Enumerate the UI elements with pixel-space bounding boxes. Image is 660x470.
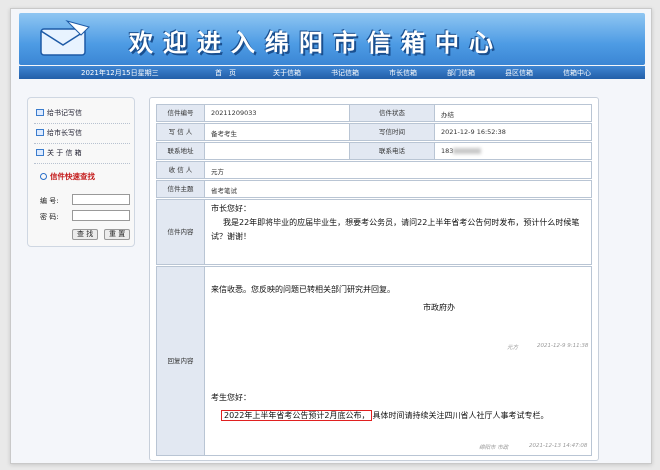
- reply1-text: 来信收悉。您反映的问题已转相关部门研究并回复。: [211, 285, 395, 294]
- letter-row: 信件内容 市长您好： 我是22年即将毕业的应届毕业生，想要考公务员，请问22上半…: [156, 199, 592, 265]
- current-date: 2021年12月15日星期三: [81, 69, 159, 77]
- field-label: 联系地址: [157, 143, 205, 159]
- content-greeting: 市长您好：: [211, 204, 251, 213]
- mail-logo-icon: [40, 20, 90, 56]
- link-write-secretary[interactable]: 给书记写信: [36, 108, 82, 120]
- letter-recipient: 元方: [211, 168, 224, 176]
- divider: [34, 143, 130, 144]
- reply2-greeting: 考生您好：: [211, 393, 251, 402]
- letter-row: 写 信 人 备考考生 写信时间 2021-12-9 16:52:38: [156, 123, 592, 141]
- search-icon: [40, 173, 47, 180]
- redacted-phone: [453, 148, 482, 154]
- letter-writer: 备考考生: [211, 130, 237, 138]
- letter-phone: 183: [441, 147, 482, 155]
- letter-time: 2021-12-9 16:52:38: [441, 128, 506, 136]
- field-label: 信件主题: [157, 181, 205, 197]
- divider: [34, 163, 130, 164]
- field-label: 写信时间: [349, 124, 435, 140]
- letter-row: 信件编号 20211209033 信件状态 办结: [156, 104, 592, 122]
- letter-number: 20211209033: [211, 109, 257, 117]
- field-label: 回复内容: [157, 267, 205, 455]
- reply2-rest: 具体时间请持续关注四川省人社厅人事考试专栏。: [372, 411, 549, 420]
- reset-button[interactable]: 重 置: [104, 229, 131, 240]
- link-write-mayor[interactable]: 给市长写信: [36, 128, 82, 140]
- letter-status: 办结: [441, 111, 454, 119]
- nav-county[interactable]: 县区信箱: [505, 68, 533, 78]
- field-label: 信件状态: [349, 105, 435, 121]
- search-button[interactable]: 查 找: [72, 229, 99, 240]
- envelope-icon: [36, 109, 44, 116]
- nav-bar: 2021年12月15日星期三 首 页 关于信箱 书记信箱 市长信箱 部门信箱 县…: [19, 66, 645, 79]
- nav-department[interactable]: 部门信箱: [447, 68, 475, 78]
- letter-panel: 信件编号 20211209033 信件状态 办结 写 信 人 备考考生 写信时间…: [149, 97, 599, 461]
- field-label: 收 信 人: [157, 162, 205, 178]
- field-label: 信件内容: [157, 200, 205, 264]
- nav-center[interactable]: 信箱中心: [563, 68, 591, 78]
- content-body: 我是22年即将毕业的应届毕业生，想要考公务员，请问22上半年省考公告何时发布，预…: [211, 218, 580, 241]
- password-input[interactable]: [72, 210, 130, 221]
- envelope-icon: [36, 149, 44, 156]
- letter-row: 回复内容 来信收悉。您反映的问题已转相关部门研究并回复。 市政府办 元方 202…: [156, 266, 592, 456]
- highlighted-announcement: 2022年上半年省考公告预计2月底公布，: [221, 410, 373, 421]
- field-label: 信件编号: [157, 105, 205, 121]
- nav-home[interactable]: 首 页: [215, 68, 236, 78]
- password-label: 密 码:: [40, 213, 59, 221]
- sidebar: 给书记写信 给市长写信 关 于 信 箱 信件快速查找 编 号: 密 码: 查 找…: [27, 97, 135, 247]
- reply1-person: 元方: [507, 345, 519, 351]
- reply2-time: 2021-12-13 14:47:08: [529, 443, 588, 449]
- site-banner: 欢迎进入绵阳市信箱中心: [19, 13, 645, 65]
- site-title: 欢迎进入绵阳市信箱中心: [129, 28, 503, 57]
- field-label: 联系电话: [349, 143, 435, 159]
- letter-row: 联系地址 联系电话 183: [156, 142, 592, 160]
- reply1-sign: 市政府办: [423, 303, 455, 312]
- quick-search-title: 信件快速查找: [40, 171, 95, 182]
- nav-mayor[interactable]: 市长信箱: [389, 68, 417, 78]
- browser-frame: 欢迎进入绵阳市信箱中心 2021年12月15日星期三 首 页 关于信箱 书记信箱…: [10, 8, 652, 464]
- nav-about[interactable]: 关于信箱: [273, 68, 301, 78]
- nav-secretary[interactable]: 书记信箱: [331, 68, 359, 78]
- number-input[interactable]: [72, 194, 130, 205]
- field-label: 写 信 人: [157, 124, 205, 140]
- number-label: 编 号:: [40, 197, 59, 205]
- reply2-person: 绵阳市 市政: [479, 445, 509, 451]
- letter-row: 信件主题 省考笔试: [156, 180, 592, 198]
- letter-row: 收 信 人 元方: [156, 161, 592, 179]
- divider: [34, 123, 130, 124]
- letter-subject: 省考笔试: [211, 187, 237, 195]
- reply1-time: 2021-12-9 9:11:38: [537, 343, 589, 349]
- envelope-icon: [36, 129, 44, 136]
- reply2-body: 2022年上半年省考公告预计2月底公布， 具体时间请持续关注四川省人社厅人事考试专…: [221, 409, 548, 423]
- link-about-mailbox[interactable]: 关 于 信 箱: [36, 148, 82, 160]
